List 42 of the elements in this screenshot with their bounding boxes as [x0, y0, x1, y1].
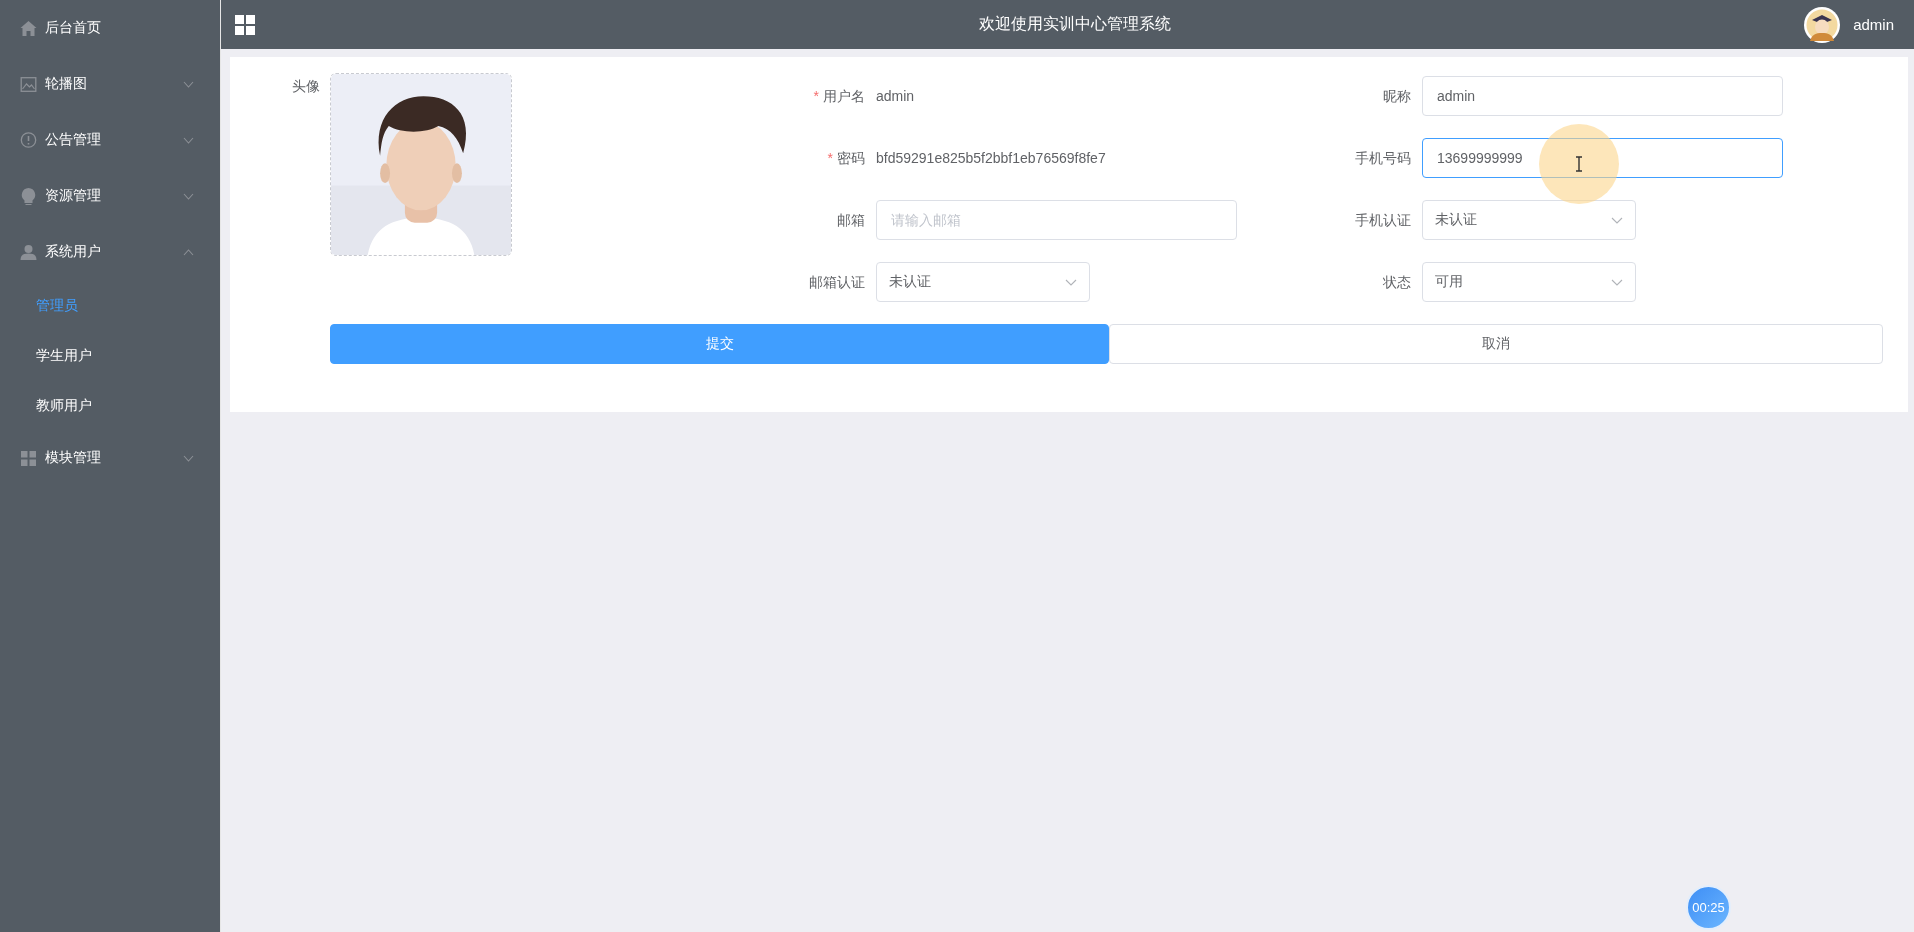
user-name[interactable]: admin: [1853, 16, 1894, 33]
chevron-icon: [1611, 278, 1623, 286]
chevron-icon: [1065, 278, 1077, 286]
text-cursor-icon: [1575, 156, 1583, 172]
required-mark: *: [813, 88, 819, 104]
select-field[interactable]: 未认证: [876, 262, 1090, 302]
image-icon: [20, 76, 37, 92]
field-label: 手机认证: [1354, 211, 1412, 230]
field-label: 邮箱认证: [808, 273, 866, 292]
menu-label: 模块管理: [45, 449, 102, 467]
field-label: 头像: [291, 77, 321, 96]
submenu-item[interactable]: 学生用户: [0, 330, 220, 380]
menu-icon: [235, 14, 255, 35]
grid-icon: [20, 450, 37, 466]
required-mark: *: [827, 150, 833, 166]
app-title: 欢迎使用实训中心管理系统: [977, 14, 1172, 34]
user-icon: [20, 244, 37, 260]
cancel-button[interactable]: 取消: [1109, 324, 1883, 364]
select-field[interactable]: 未认证: [1422, 200, 1636, 240]
menu-label: 公告管理: [45, 131, 102, 149]
submenu-item[interactable]: 教师用户: [0, 380, 220, 430]
info-icon: [20, 132, 37, 148]
field-label: 密码: [837, 150, 865, 166]
field-value: admin: [876, 88, 915, 104]
select-field[interactable]: 可用: [1422, 262, 1636, 302]
field-label: 手机号码: [1354, 149, 1412, 168]
menu-label: 后台首页: [45, 19, 102, 37]
field-label: 状态: [1382, 273, 1412, 292]
input-field[interactable]: 13699999999: [1422, 138, 1783, 178]
home-icon: [20, 20, 37, 36]
menu-label: 轮播图: [45, 75, 88, 93]
input-field[interactable]: 请输入邮箱: [876, 200, 1237, 240]
field-label: 邮箱: [836, 211, 866, 230]
input-field[interactable]: admin: [1422, 76, 1783, 116]
menu-label: 资源管理: [45, 187, 102, 205]
chevron-icon: [1611, 216, 1623, 224]
bulb-icon: [20, 187, 37, 205]
field-label: 昵称: [1382, 87, 1412, 106]
field-value: bfd59291e825b5f2bbf1eb76569f8fe7: [876, 150, 1106, 166]
field-label: 用户名: [823, 88, 865, 104]
avatar-icon: [1804, 6, 1841, 43]
menu-label: 系统用户: [45, 243, 102, 261]
